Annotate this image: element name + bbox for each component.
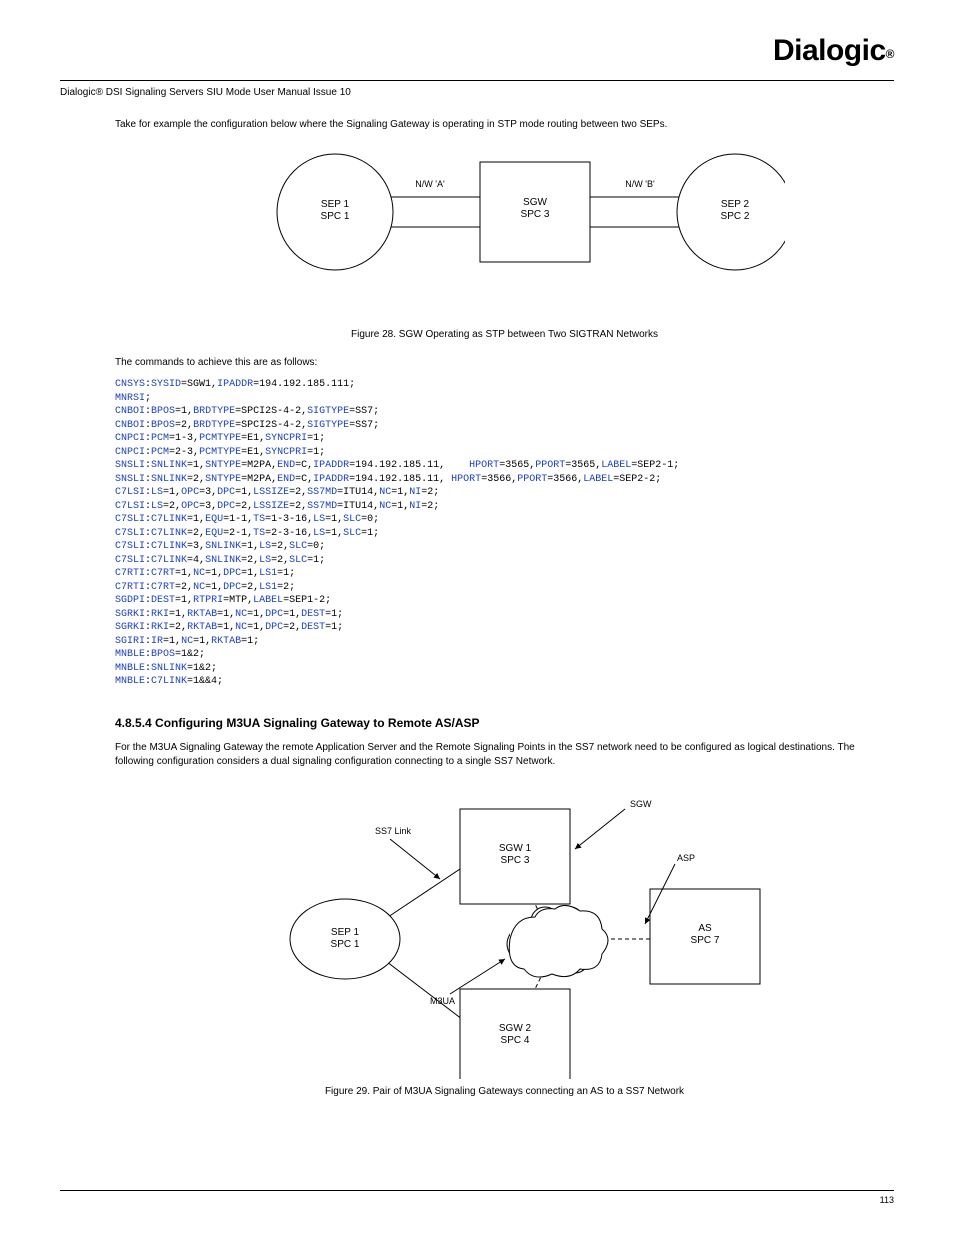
svg-text:SGWSPC 3: SGWSPC 3 bbox=[520, 197, 549, 220]
svg-text:N/W 'A': N/W 'A' bbox=[415, 179, 445, 189]
figure-2-diagram: SS7 Link SGW M3UA ASP SEP 1SPC 1 SGW 1SP… bbox=[245, 779, 765, 1079]
svg-text:SGW 1SPC 3: SGW 1SPC 3 bbox=[498, 843, 531, 866]
brand-logo: Dialogic® bbox=[773, 34, 894, 68]
page-footer: 113 bbox=[60, 1190, 894, 1205]
svg-text:SGW 2SPC 4: SGW 2SPC 4 bbox=[498, 1023, 531, 1046]
section-4-8-5-4-body: For the M3UA Signaling Gateway the remot… bbox=[115, 741, 894, 769]
figure-1-caption: Figure 28. SGW Operating as STP between … bbox=[115, 328, 894, 342]
config-code-block: CNSYS:SYSID=SGW1,IPADDR=194.192.185.111;… bbox=[115, 378, 894, 689]
svg-text:SS7 Link: SS7 Link bbox=[375, 826, 412, 836]
svg-text:SGW: SGW bbox=[630, 799, 652, 809]
document-title: Dialogic® DSI Signaling Servers SIU Mode… bbox=[60, 87, 894, 98]
section-4-8-5-4-heading: 4.8.5.4 Configuring M3UA Signaling Gatew… bbox=[115, 715, 894, 732]
intro-paragraph: Take for example the configuration below… bbox=[115, 118, 894, 132]
svg-text:N/W 'B': N/W 'B' bbox=[625, 179, 655, 189]
svg-text:ASP: ASP bbox=[677, 853, 695, 863]
page-number: 113 bbox=[880, 1195, 894, 1205]
svg-text:SEP 1SPC 1: SEP 1SPC 1 bbox=[330, 927, 359, 950]
svg-text:SEP 1SPC 1: SEP 1SPC 1 bbox=[320, 199, 349, 222]
code-intro: The commands to achieve this are as foll… bbox=[115, 356, 894, 370]
svg-text:M3UA: M3UA bbox=[430, 996, 455, 1006]
figure-1-diagram: SEP 1SPC 1 SGWSPC 3 SEP 2SPC 2 N/W 'A' N… bbox=[225, 142, 785, 322]
svg-text:SEP 2SPC 2: SEP 2SPC 2 bbox=[720, 199, 749, 222]
figure-2-caption: Figure 29. Pair of M3UA Signaling Gatewa… bbox=[115, 1085, 894, 1099]
